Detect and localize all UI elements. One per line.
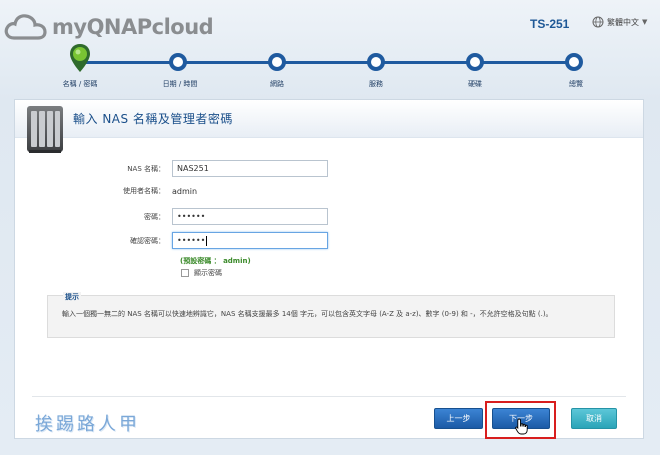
cloud-logo-icon bbox=[4, 14, 47, 40]
tip-box: 提示 輸入一個獨一無二的 NAS 名稱可以快速地辨識它，NAS 名稱支援最多 1… bbox=[47, 292, 615, 338]
cancel-button[interactable]: 取消 bbox=[571, 408, 617, 429]
step-label-name-password: 名稱 / 密碼 bbox=[62, 80, 98, 88]
step-label-services: 服務 bbox=[369, 80, 383, 88]
wizard-progress-line bbox=[80, 61, 578, 64]
panel-header: 輸入 NAS 名稱及管理者密碼 bbox=[15, 100, 643, 153]
chevron-down-icon: ▼ bbox=[642, 18, 648, 26]
nas-name-label: NAS 名稱： bbox=[127, 164, 165, 173]
current-step-pin-icon bbox=[70, 44, 90, 72]
step-label-datetime: 日期 / 時間 bbox=[162, 80, 198, 88]
wizard-panel: 輸入 NAS 名稱及管理者密碼 NAS 名稱： NAS251 使用者名稱： ad… bbox=[14, 99, 644, 439]
prev-button[interactable]: 上一步 bbox=[434, 408, 483, 429]
language-label: 繁體中文 bbox=[607, 17, 639, 27]
device-name: TS-251 bbox=[530, 17, 570, 31]
language-selector[interactable]: 繁體中文 ▼ bbox=[592, 16, 647, 28]
username-row: 使用者名稱： admin bbox=[15, 186, 197, 196]
brand-name: myQNAPcloud bbox=[52, 15, 214, 39]
confirm-password-row: 確認密碼： •••••• bbox=[15, 232, 328, 249]
step-label-network: 網路 bbox=[270, 80, 284, 88]
globe-icon bbox=[592, 16, 604, 28]
myqnapcloud-logo: myQNAPcloud bbox=[4, 8, 214, 46]
username-value: admin bbox=[172, 186, 198, 196]
nas-device-icon bbox=[27, 106, 63, 153]
tip-title: 提示 bbox=[63, 292, 81, 302]
step-dot-services bbox=[367, 53, 385, 71]
nas-name-row: NAS 名稱： NAS251 bbox=[15, 160, 328, 177]
step-dot-network bbox=[268, 53, 286, 71]
password-row: 密碼： •••••• bbox=[15, 208, 328, 225]
watermark-text: 挨踢路人甲 bbox=[35, 414, 140, 435]
tip-text: 輸入一個獨一無二的 NAS 名稱可以快速地辨識它，NAS 名稱支援最多 14個 … bbox=[62, 310, 553, 318]
show-password-label: 顯示密碼 bbox=[194, 269, 222, 277]
nas-name-input[interactable]: NAS251 bbox=[172, 160, 328, 177]
default-password-hint: (預設密碼 ： admin) bbox=[180, 257, 251, 265]
username-label: 使用者名稱： bbox=[123, 187, 165, 195]
step-label-summary: 總覽 bbox=[569, 80, 583, 88]
step-dot-disks bbox=[466, 53, 484, 71]
show-password-checkbox[interactable] bbox=[181, 269, 189, 277]
show-password-toggle[interactable]: 顯示密碼 bbox=[181, 268, 222, 278]
footer-divider bbox=[32, 396, 626, 397]
panel-title: 輸入 NAS 名稱及管理者密碼 bbox=[73, 112, 233, 126]
password-label: 密碼： bbox=[144, 212, 165, 221]
step-label-disks: 硬碟 bbox=[468, 80, 482, 88]
hand-cursor-icon bbox=[515, 418, 528, 435]
step-dot-summary bbox=[565, 53, 583, 71]
confirm-password-label: 確認密碼： bbox=[130, 236, 165, 245]
text-caret bbox=[206, 235, 208, 246]
step-dot-datetime bbox=[169, 53, 187, 71]
confirm-password-input[interactable]: •••••• bbox=[172, 232, 328, 249]
password-input[interactable]: •••••• bbox=[172, 208, 328, 225]
